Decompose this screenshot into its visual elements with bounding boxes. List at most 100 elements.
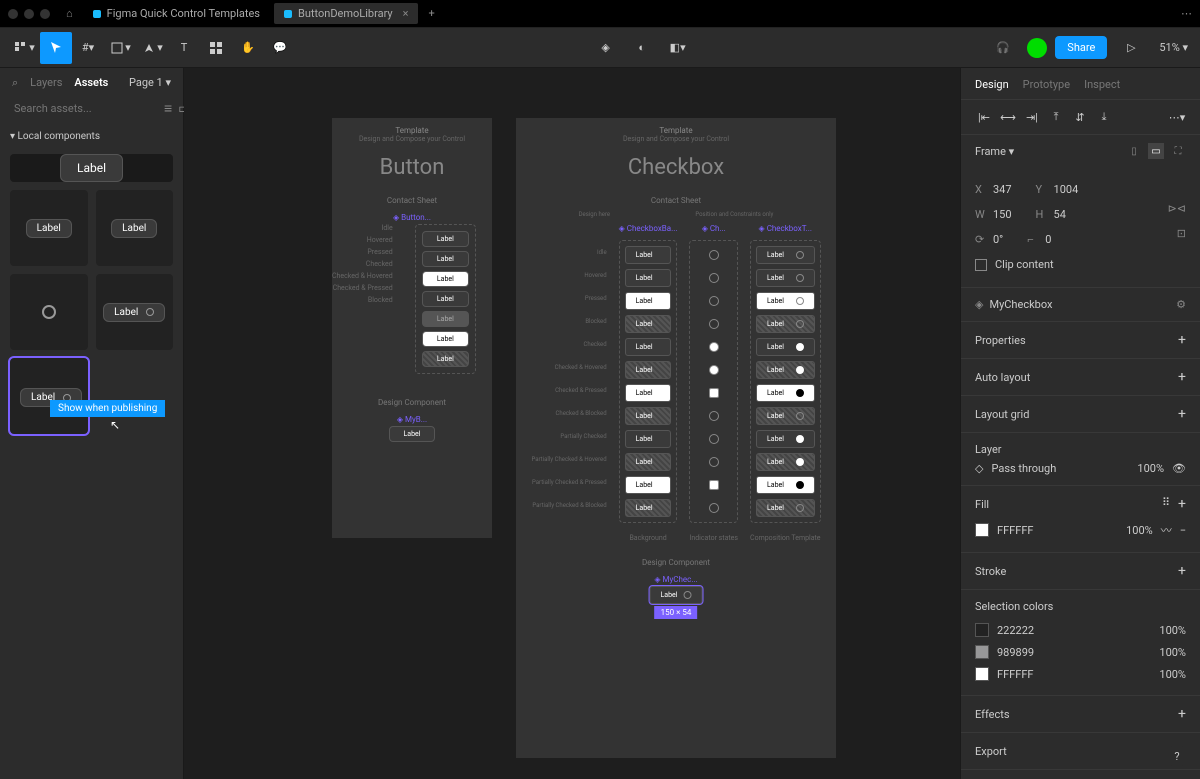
add-autolayout-button[interactable]: + xyxy=(1178,369,1186,385)
search-icon[interactable]: ⌕ xyxy=(12,76,18,90)
rotation-value[interactable]: 0° xyxy=(993,233,1003,246)
checkbox-sample[interactable]: Label xyxy=(625,361,672,379)
indicator-sample[interactable] xyxy=(709,411,719,421)
component-icon[interactable]: ◈ xyxy=(590,32,622,64)
checkbox-sample[interactable]: Label xyxy=(756,384,815,402)
button-sample[interactable]: Label xyxy=(422,311,469,327)
align-bottom-icon[interactable]: ⤓ xyxy=(1095,108,1113,126)
indicator-sample[interactable] xyxy=(709,273,719,283)
button-sample[interactable]: Label xyxy=(422,351,469,367)
asset-card[interactable]: Label xyxy=(96,274,174,350)
frame-checkbox-template[interactable]: TemplateDesign and Compose your Control … xyxy=(516,118,836,758)
checkbox-sample[interactable]: Label xyxy=(625,430,672,448)
color-hex[interactable]: 222222 xyxy=(997,624,1034,637)
local-components-header[interactable]: ▾ Local components xyxy=(0,123,183,146)
blend-mode[interactable]: Pass through xyxy=(991,462,1056,475)
zoom-level[interactable]: 51% ▾ xyxy=(1155,37,1192,58)
radius-value[interactable]: 0 xyxy=(1045,233,1051,246)
indicator-sample[interactable] xyxy=(709,388,719,398)
corner-detail-icon[interactable]: ⊡ xyxy=(1177,227,1186,252)
tab-figma-templates[interactable]: Figma Quick Control Templates xyxy=(83,3,270,24)
color-swatch[interactable] xyxy=(975,667,989,681)
asset-card-selected[interactable]: Label Show when publishing ↖ xyxy=(10,358,88,434)
x-value[interactable]: 347 xyxy=(993,183,1012,196)
inspect-tab[interactable]: Inspect xyxy=(1084,78,1120,91)
checkbox-sample[interactable]: Label xyxy=(756,476,815,494)
h-value[interactable]: 54 xyxy=(1054,208,1066,221)
button-sample[interactable]: Label xyxy=(389,426,436,442)
asset-card[interactable]: Label xyxy=(96,190,174,266)
fill-hex[interactable]: FFFFFF xyxy=(997,524,1033,537)
fill-opacity[interactable]: 100% xyxy=(1126,524,1153,537)
color-hex[interactable]: 989899 xyxy=(997,646,1034,659)
add-property-button[interactable]: + xyxy=(1178,332,1186,348)
variant-container[interactable]: Label Label Label Label Label Label Labe… xyxy=(415,224,476,374)
indicator-sample[interactable] xyxy=(709,434,719,444)
constrain-icon[interactable]: ⊳⊲ xyxy=(1168,202,1186,227)
indicator-sample[interactable] xyxy=(709,480,719,490)
checkbox-sample[interactable]: Label xyxy=(625,499,672,517)
window-controls[interactable] xyxy=(8,9,50,19)
fill-swatch[interactable] xyxy=(975,523,989,537)
indicator-sample[interactable] xyxy=(709,250,719,260)
visibility-icon[interactable]: 👁 xyxy=(1172,462,1186,475)
checkbox-sample[interactable]: Label xyxy=(756,407,815,425)
fill-visibility-icon[interactable]: 〰 xyxy=(1161,522,1172,538)
resize-hug-icon[interactable]: ▭ xyxy=(1148,143,1164,159)
search-input[interactable] xyxy=(10,98,158,119)
indicator-sample[interactable] xyxy=(709,319,719,329)
canvas[interactable]: TemplateDesign and Compose your Control … xyxy=(184,68,960,779)
frame-tool[interactable]: #▾ xyxy=(72,32,104,64)
checkbox-sample[interactable]: Label xyxy=(625,269,672,287)
user-avatar[interactable] xyxy=(1027,38,1047,58)
color-swatch[interactable] xyxy=(975,645,989,659)
add-fill-button[interactable]: + xyxy=(1178,496,1186,512)
indicator-sample[interactable] xyxy=(709,342,719,352)
checkbox-sample[interactable]: Label xyxy=(756,315,815,333)
asset-card[interactable]: Label xyxy=(10,154,173,182)
indicator-sample[interactable] xyxy=(709,457,719,467)
checkbox-sample[interactable]: Label xyxy=(756,269,815,287)
align-left-icon[interactable]: |⇤ xyxy=(975,108,993,126)
distribute-icon[interactable]: ⋯▾ xyxy=(1168,108,1186,126)
list-view-icon[interactable]: ≡ xyxy=(164,100,172,117)
frame-type-select[interactable]: Frame ▾ xyxy=(975,145,1014,158)
audio-icon[interactable]: 🎧 xyxy=(987,32,1019,64)
button-sample[interactable]: Label xyxy=(422,331,469,347)
comment-tool[interactable]: 💬 xyxy=(264,32,296,64)
component-name[interactable]: MyCheckbox xyxy=(989,298,1052,311)
color-swatch[interactable] xyxy=(975,623,989,637)
align-vcenter-icon[interactable]: ⇵ xyxy=(1071,108,1089,126)
asset-card[interactable]: Label xyxy=(10,190,88,266)
blend-icon[interactable]: ◇ xyxy=(975,462,983,475)
new-tab-button[interactable]: + xyxy=(422,5,440,22)
checkbox-sample[interactable]: Label xyxy=(625,292,672,310)
page-selector[interactable]: Page 1 ▾ xyxy=(129,76,171,90)
resources-tool[interactable] xyxy=(200,32,232,64)
checkbox-sample[interactable]: Label xyxy=(625,384,672,402)
pen-tool[interactable]: ▾ xyxy=(136,32,168,64)
checkbox-sample[interactable]: Label xyxy=(625,453,672,471)
text-tool[interactable]: T xyxy=(168,32,200,64)
button-sample[interactable]: Label xyxy=(422,271,469,287)
variant-container[interactable]: Label Label Label Label Label Label Labe… xyxy=(619,240,678,523)
checkbox-sample[interactable]: Label xyxy=(756,361,815,379)
mask-icon[interactable]: ◐ xyxy=(626,32,658,64)
more-menu-icon[interactable]: ⋯ xyxy=(1181,7,1192,20)
checkbox-sample[interactable]: Label xyxy=(756,246,815,264)
hand-tool[interactable]: ✋ xyxy=(232,32,264,64)
checkbox-sample[interactable]: Label xyxy=(625,315,672,333)
figma-menu[interactable]: ▾ xyxy=(8,32,40,64)
move-tool[interactable] xyxy=(40,32,72,64)
fill-styles-icon[interactable]: ⠿ xyxy=(1162,496,1170,512)
resize-fill-icon[interactable]: ⛶ xyxy=(1170,143,1186,159)
assets-tab[interactable]: Assets xyxy=(74,76,108,90)
variant-container[interactable] xyxy=(689,240,738,523)
boolean-icon[interactable]: ◧▾ xyxy=(662,32,694,64)
shape-tool[interactable]: ▾ xyxy=(104,32,136,64)
indicator-sample[interactable] xyxy=(709,503,719,513)
fill-remove-icon[interactable]: − xyxy=(1180,524,1186,537)
help-button[interactable]: ? xyxy=(1166,745,1188,767)
resize-fixed-icon[interactable]: ▯ xyxy=(1126,143,1142,159)
clip-checkbox[interactable] xyxy=(975,259,987,271)
